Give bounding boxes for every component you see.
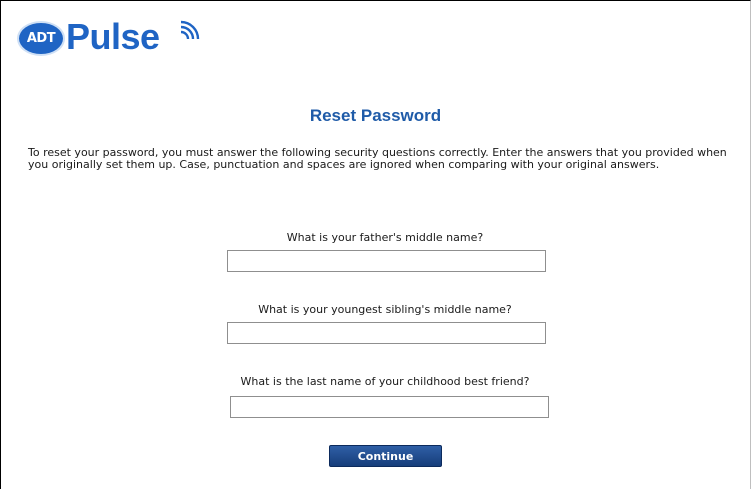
adt-badge-logo: ADT xyxy=(17,21,65,56)
continue-button[interactable]: Continue xyxy=(329,445,442,467)
question-2-label: What is your youngest sibling's middle n… xyxy=(258,303,512,316)
question-1-answer-input[interactable] xyxy=(227,250,546,272)
question-3-label: What is the last name of your childhood … xyxy=(240,375,530,388)
question-2-answer-input[interactable] xyxy=(227,322,546,344)
question-1-label: What is your father's middle name? xyxy=(286,231,484,244)
signal-waves-icon xyxy=(180,20,200,40)
intro-text: To reset your password, you must answer … xyxy=(28,146,727,171)
pulse-wordmark: Pulse xyxy=(66,16,160,57)
question-3-answer-input[interactable] xyxy=(230,396,549,418)
page-title: Reset Password xyxy=(309,106,442,125)
